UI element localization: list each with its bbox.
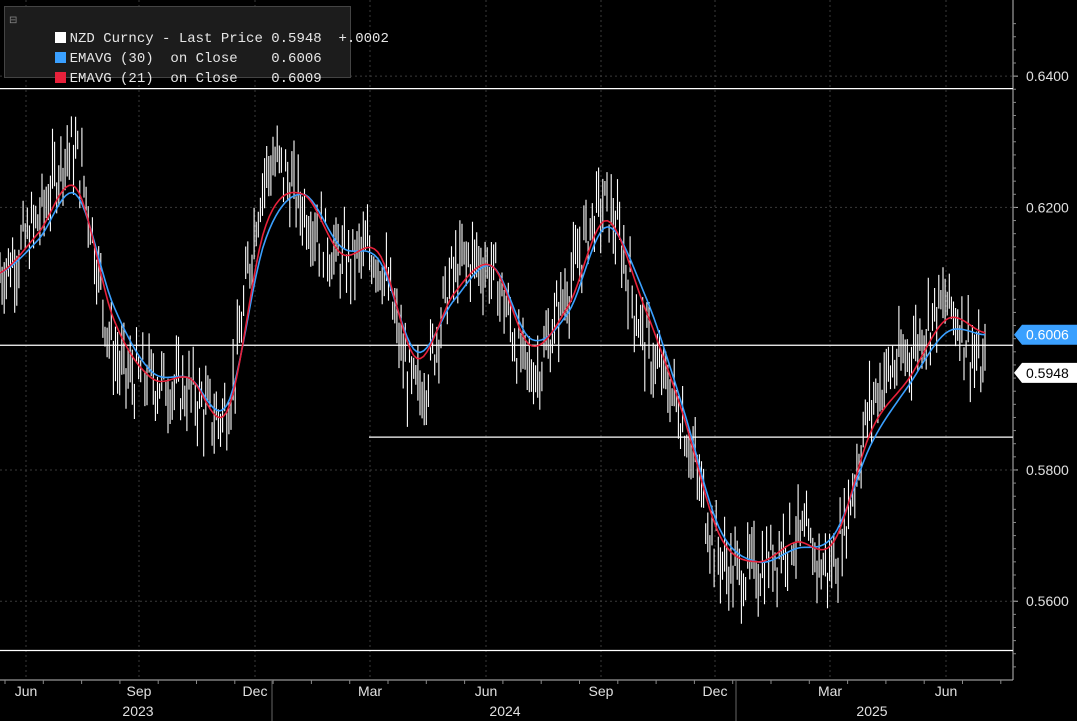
year-label: 2024 [489,703,520,719]
year-label: 2023 [122,703,153,719]
y-tick-label: 0.6200 [1026,199,1069,215]
chart-svg: 0.6400 0.6200 0.5800 0.5600 Jun Sep Dec Mar Jun S… [0,0,1077,721]
x-tick-label: Mar [358,683,382,699]
ema30-line [0,191,986,564]
y-tick-label: 0.5800 [1026,462,1069,478]
x-tick-label: Jun [935,683,958,699]
legend-item-price[interactable]: NZD Curncy - Last Price 0.5948 +.0002 [21,12,389,47]
chart-root: { "legend": { "rows": [ {"text": "NZD Cu… [0,0,1077,721]
ema21-line [0,184,986,563]
legend-item-ema21[interactable]: EMAVG (21) on Close 0.6009 [21,52,322,87]
x-tick-label: Jun [15,683,38,699]
legend: ⊟ NZD Curncy - Last Price 0.5948 +.0002 … [4,6,389,87]
y-tick-label: 0.6400 [1026,68,1069,84]
x-tick-label: Jun [475,683,498,699]
legend-item-ema30[interactable]: EMAVG (30) on Close 0.6006 [21,32,322,67]
x-tick-label: Sep [589,683,614,699]
x-tick-label: Dec [243,683,268,699]
ema-value-label: 0.6006 [1026,327,1069,343]
price-bars [0,116,986,624]
year-label: 2025 [856,703,887,719]
x-tick-label: Sep [127,683,152,699]
y-tick-label: 0.5600 [1026,593,1069,609]
x-tick-label: Mar [818,683,842,699]
price-series [0,116,986,624]
ema21-swatch [54,72,66,83]
x-tick-label: Dec [703,683,728,699]
tree-toggle-icon[interactable]: ⊟ [9,15,17,26]
price-value-label: 0.5948 [1026,365,1069,381]
